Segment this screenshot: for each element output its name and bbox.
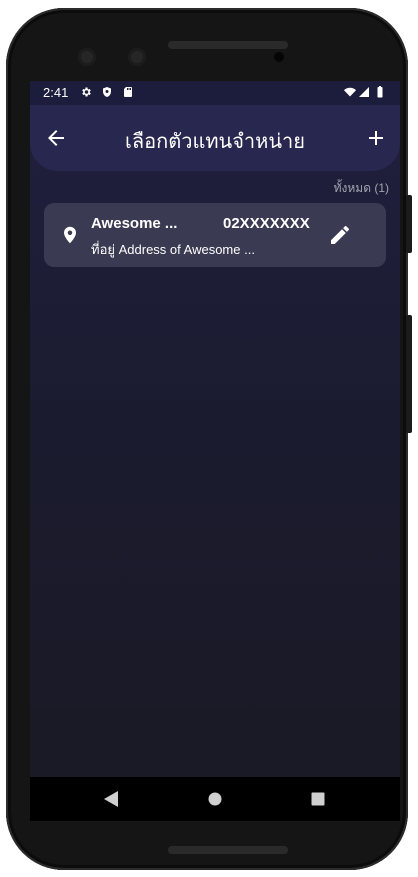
pencil-icon[interactable] xyxy=(328,223,352,247)
battery-icon xyxy=(377,86,383,98)
dealer-address: ที่อยู่ Address of Awesome ... xyxy=(91,242,255,257)
front-camera-icon xyxy=(78,48,96,66)
plus-icon[interactable] xyxy=(364,126,388,150)
proximity-sensor xyxy=(274,52,284,62)
location-pin-icon xyxy=(64,226,76,244)
sd-card-icon xyxy=(124,87,132,97)
arrow-back-icon[interactable] xyxy=(44,126,68,150)
phone-frame: 2:41 เลือกตัวแทนจำหน่าย ทั้งหมด (1) Awes… xyxy=(6,8,408,870)
app-bar: เลือกตัวแทนจำหน่าย xyxy=(30,105,400,171)
volume-button xyxy=(406,315,412,433)
back-triangle-icon[interactable] xyxy=(104,791,118,807)
system-nav-bar xyxy=(30,777,400,821)
screen: 2:41 เลือกตัวแทนจำหน่าย ทั้งหมด (1) Awes… xyxy=(30,81,400,821)
status-time: 2:41 xyxy=(43,85,69,100)
signal-icon xyxy=(359,87,369,97)
bottom-speaker xyxy=(168,846,288,854)
shield-icon xyxy=(103,87,111,97)
list-item[interactable]: Awesome ... 02XXXXXXX ที่อยู่ Address of… xyxy=(44,203,386,267)
power-button xyxy=(406,195,412,253)
page-title: เลือกตัวแทนจำหน่าย xyxy=(125,131,305,153)
front-camera-icon xyxy=(128,48,146,66)
dealer-phone: 02XXXXXXX xyxy=(223,215,310,232)
settings-icon xyxy=(82,87,91,97)
earpiece-speaker xyxy=(168,41,288,49)
home-circle-icon[interactable] xyxy=(208,791,222,807)
dealer-name: Awesome ... xyxy=(91,215,178,232)
recents-square-icon[interactable] xyxy=(311,791,325,807)
status-bar: 2:41 xyxy=(30,81,400,105)
total-count: ทั้งหมด (1) xyxy=(333,181,389,195)
wifi-icon xyxy=(344,87,356,97)
